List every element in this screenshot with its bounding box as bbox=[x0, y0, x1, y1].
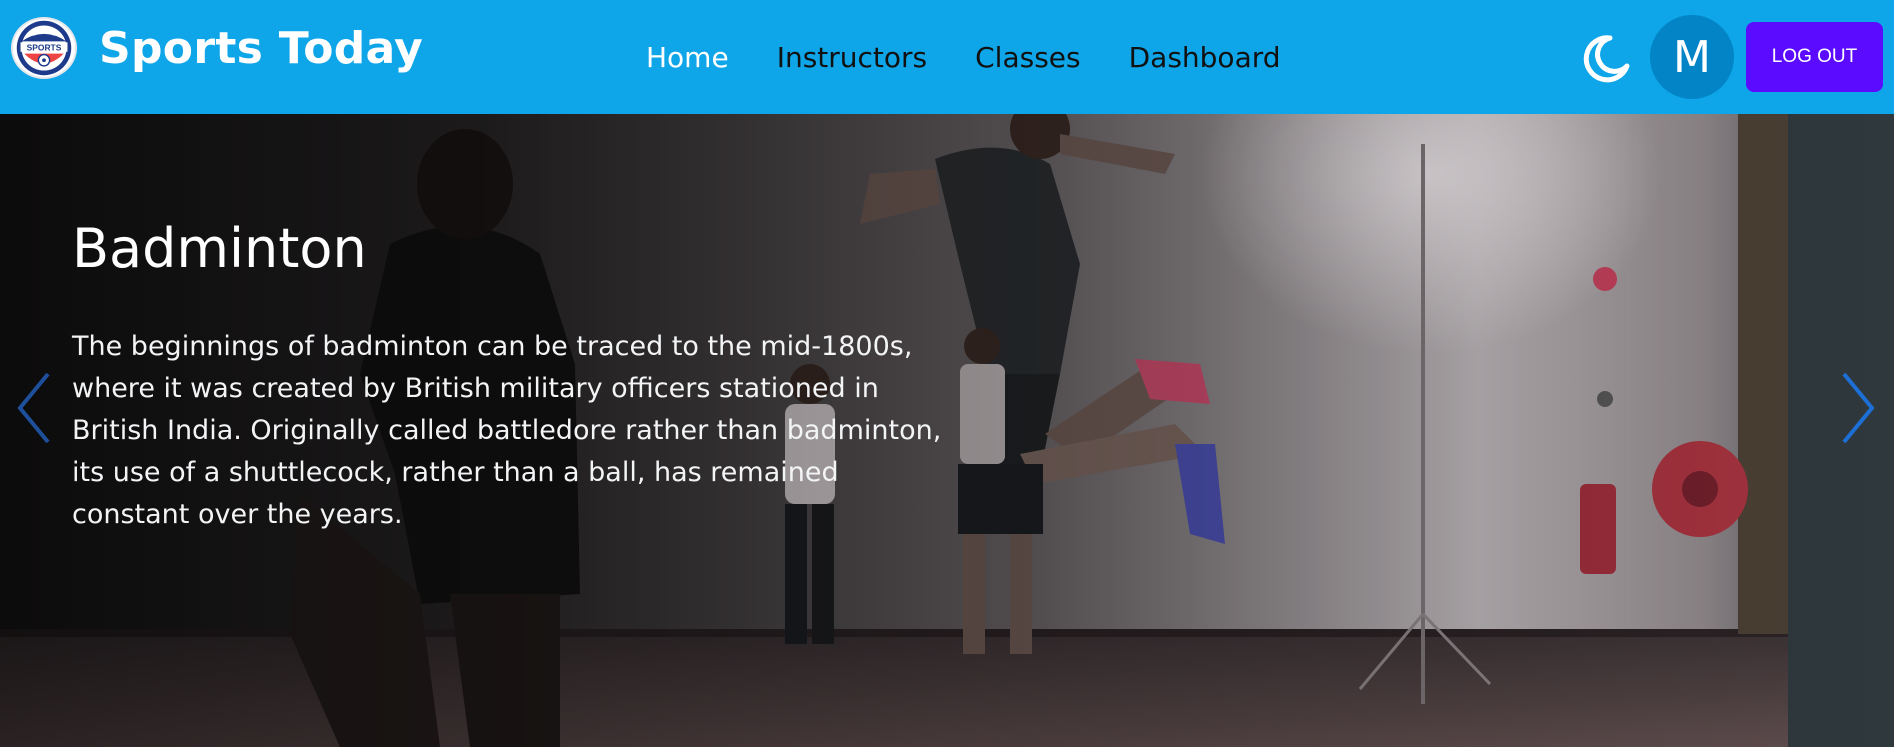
chevron-left-icon[interactable] bbox=[14, 370, 54, 446]
nav-instructors[interactable]: Instructors bbox=[777, 38, 927, 78]
nav-home[interactable]: Home bbox=[646, 38, 729, 78]
slide-caption: Badminton The beginnings of badminton ca… bbox=[72, 216, 972, 536]
chevron-right-icon[interactable] bbox=[1838, 370, 1878, 446]
brand-link[interactable]: SPORTS Sports Today bbox=[11, 17, 423, 79]
nav-dashboard[interactable]: Dashboard bbox=[1129, 38, 1281, 78]
main-nav: Home Instructors Classes Dashboard bbox=[646, 38, 1329, 78]
navbar: SPORTS Sports Today Home Instructors Cla… bbox=[0, 0, 1894, 114]
brand-name: Sports Today bbox=[99, 22, 424, 74]
sports-logo: SPORTS bbox=[11, 17, 77, 79]
user-avatar[interactable]: M bbox=[1650, 15, 1734, 99]
hero-carousel: Badminton The beginnings of badminton ca… bbox=[0, 114, 1894, 747]
logo-text: SPORTS bbox=[27, 42, 62, 52]
logout-button[interactable]: LOG OUT bbox=[1746, 22, 1883, 92]
nav-classes[interactable]: Classes bbox=[975, 38, 1080, 78]
moon-icon[interactable] bbox=[1580, 32, 1632, 84]
slide-title: Badminton bbox=[72, 217, 367, 280]
slide-description: The beginnings of badminton can be trace… bbox=[72, 331, 942, 530]
